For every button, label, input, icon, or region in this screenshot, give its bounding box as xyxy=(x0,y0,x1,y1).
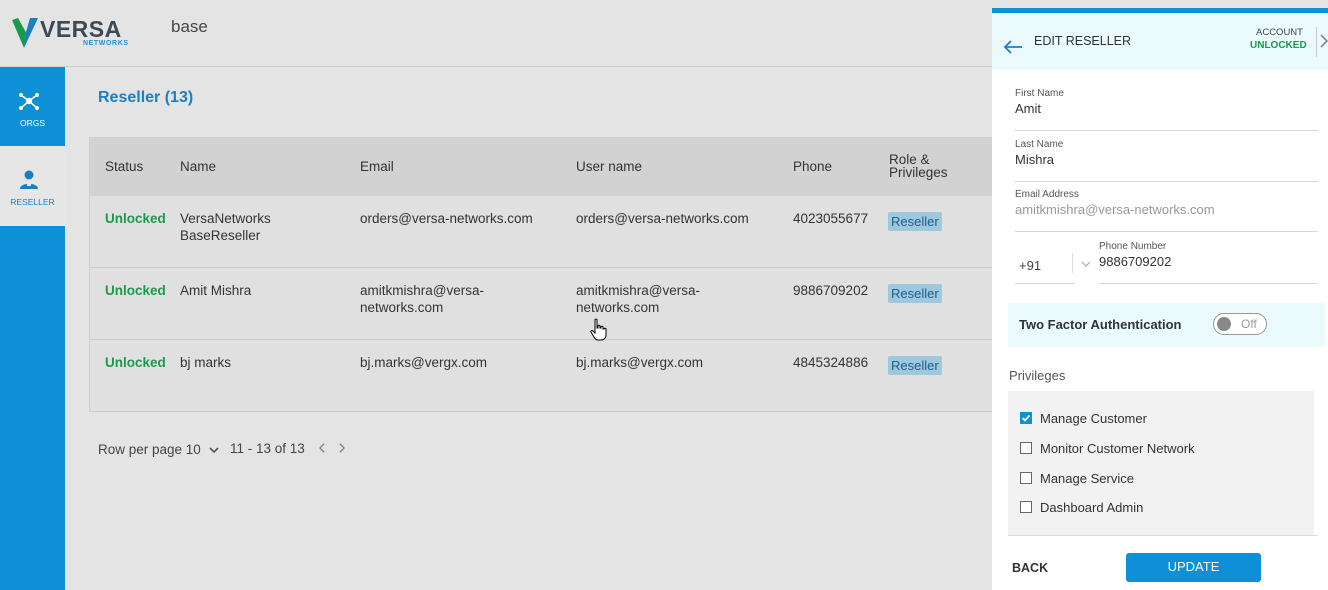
username-line-1: amitkmishra@versa- xyxy=(576,283,700,298)
account-status: UNLOCKED xyxy=(1250,40,1307,51)
hand-cursor-icon xyxy=(590,318,607,341)
last-name-label: Last Name xyxy=(1015,139,1064,150)
table-header: Status Name Email User name Phone Role &… xyxy=(90,138,1000,196)
status-cell: Unlocked xyxy=(105,283,166,298)
username-cell: amitkmishra@versa-networks.com xyxy=(576,282,700,316)
email-label: Email Address xyxy=(1015,189,1079,200)
sidebar-item-label: RESELLER xyxy=(10,197,55,207)
checkbox[interactable] xyxy=(1020,412,1032,424)
first-name-field[interactable]: First Name Amit xyxy=(1015,88,1318,131)
phone-cell: 4023055677 xyxy=(793,211,869,226)
footer-divider xyxy=(1008,535,1318,536)
rows-per-page-select[interactable]: Row per page 10 xyxy=(98,442,201,457)
privilege-label: Manage Service xyxy=(1040,471,1134,486)
chevron-left-icon[interactable] xyxy=(317,443,327,453)
email-line-1: amitkmishra@versa- xyxy=(360,283,484,298)
country-code-select[interactable]: +91 xyxy=(1015,241,1075,284)
two-factor-row: Two Factor Authentication Off xyxy=(1008,303,1325,347)
email-value: amitkmishra@versa-networks.com xyxy=(1015,202,1215,217)
column-header-status[interactable]: Status xyxy=(105,159,143,174)
privileges-list: Manage Customer Monitor Customer Network… xyxy=(1008,391,1314,535)
name-cell: Amit Mishra xyxy=(180,283,252,298)
panel-header: EDIT RESELLER ACCOUNT UNLOCKED xyxy=(992,13,1328,70)
privilege-label: Monitor Customer Network xyxy=(1040,441,1195,456)
page-range: 11 - 13 of 13 xyxy=(230,441,305,456)
country-code-divider xyxy=(1072,253,1073,273)
sidebar-item-label: ORGS xyxy=(19,118,46,128)
username-cell: bj.marks@vergx.com xyxy=(576,355,703,370)
column-header-email[interactable]: Email xyxy=(360,159,394,174)
privilege-label: Manage Customer xyxy=(1040,411,1147,426)
sidebar: ORGS RESELLER xyxy=(0,67,65,590)
email-line-2: networks.com xyxy=(360,300,444,315)
name-cell: VersaNetworks BaseReseller xyxy=(180,210,330,244)
toggle-state: Off xyxy=(1241,317,1257,331)
panel-title: EDIT RESELLER xyxy=(1034,34,1132,48)
sidebar-item-orgs[interactable]: ORGS xyxy=(0,67,65,147)
email-cell: orders@versa-networks.com xyxy=(360,211,533,226)
reseller-table: Status Name Email User name Phone Role &… xyxy=(89,137,1000,412)
two-factor-toggle[interactable]: Off xyxy=(1213,313,1267,335)
arrow-left-icon[interactable] xyxy=(1003,40,1023,54)
phone-cell: 9886709202 xyxy=(793,283,869,298)
check-icon xyxy=(1021,414,1031,422)
phone-cell: 4845324886 xyxy=(793,355,869,370)
account-label: ACCOUNT xyxy=(1256,27,1303,38)
versa-logo[interactable]: VERSA NETWORKS xyxy=(10,14,128,50)
column-header-role-line2: Privileges xyxy=(889,165,948,180)
chevron-down-icon[interactable] xyxy=(1081,261,1091,268)
network-icon xyxy=(19,93,39,110)
role-badge: Reseller xyxy=(888,284,942,303)
name-line-1: VersaNetworks xyxy=(180,211,271,226)
user-icon xyxy=(20,170,38,189)
column-header-name[interactable]: Name xyxy=(180,159,216,174)
chevron-down-icon[interactable] xyxy=(209,445,219,455)
edit-reseller-panel: EDIT RESELLER ACCOUNT UNLOCKED First Nam… xyxy=(992,8,1328,590)
status-cell: Unlocked xyxy=(105,211,166,226)
table-row[interactable]: Unlocked Amit Mishra amitkmishra@versa-n… xyxy=(90,268,1000,340)
email-field: Email Address amitkmishra@versa-networks… xyxy=(1015,189,1318,232)
back-button[interactable]: BACK xyxy=(1012,561,1048,575)
phone-label: Phone Number xyxy=(1099,241,1167,252)
email-cell: bj.marks@vergx.com xyxy=(360,355,487,370)
first-name-value: Amit xyxy=(1015,101,1041,116)
column-header-phone[interactable]: Phone xyxy=(793,159,832,174)
role-badge: Reseller xyxy=(888,356,942,375)
phone-value: 9886709202 xyxy=(1099,254,1172,269)
privileges-title: Privileges xyxy=(1009,368,1066,383)
last-name-value: Mishra xyxy=(1015,152,1055,167)
last-name-field[interactable]: Last Name Mishra xyxy=(1015,139,1318,182)
checkbox[interactable] xyxy=(1020,501,1032,513)
header-divider xyxy=(1316,27,1317,57)
phone-field[interactable]: Phone Number 9886709202 xyxy=(1099,241,1318,284)
chevron-right-close-icon[interactable] xyxy=(1318,34,1328,48)
update-button[interactable]: UPDATE xyxy=(1126,553,1261,582)
name-cell: bj marks xyxy=(180,355,232,370)
chevron-right-icon[interactable] xyxy=(337,443,347,453)
username-cell: orders@versa-networks.com xyxy=(576,211,749,226)
two-factor-label: Two Factor Authentication xyxy=(1019,317,1182,332)
brand-subtitle: NETWORKS xyxy=(83,40,129,47)
column-header-username[interactable]: User name xyxy=(576,159,642,174)
country-code-value: +91 xyxy=(1019,258,1042,273)
role-badge: Reseller xyxy=(888,212,942,231)
app-title: base xyxy=(171,17,208,36)
page-title: Reseller (13) xyxy=(98,89,194,106)
status-cell: Unlocked xyxy=(105,355,166,370)
email-cell: amitkmishra@versa-networks.com xyxy=(360,282,484,316)
table-row[interactable]: Unlocked bj marks bj.marks@vergx.com bj.… xyxy=(90,340,1000,412)
brand-name: VERSA xyxy=(40,16,122,42)
username-line-2: networks.com xyxy=(576,300,660,315)
column-header-role[interactable]: Role & Privileges xyxy=(889,153,948,180)
table-row[interactable]: Unlocked VersaNetworks BaseReseller order… xyxy=(90,196,1000,268)
sidebar-item-reseller[interactable]: RESELLER xyxy=(0,146,65,226)
name-line-2: BaseReseller xyxy=(180,228,261,243)
first-name-label: First Name xyxy=(1015,88,1064,99)
versa-logo-icon xyxy=(12,18,38,48)
checkbox[interactable] xyxy=(1020,472,1032,484)
toggle-knob xyxy=(1217,317,1231,331)
checkbox[interactable] xyxy=(1020,442,1032,454)
privilege-label: Dashboard Admin xyxy=(1040,500,1144,515)
